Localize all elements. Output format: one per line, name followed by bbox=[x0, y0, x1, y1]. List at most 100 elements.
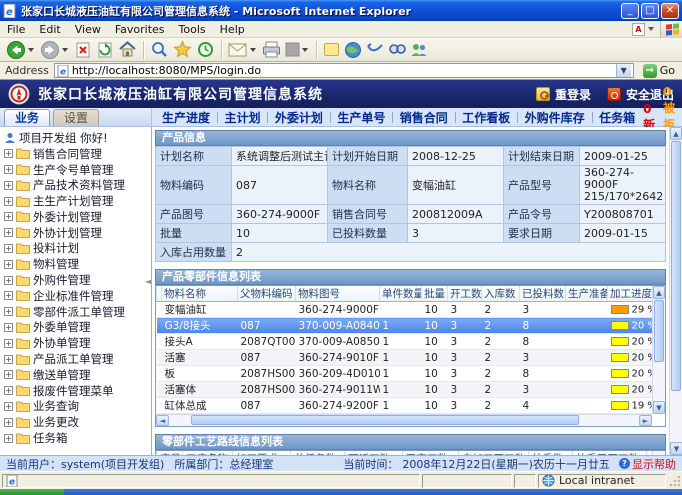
col-material-name[interactable]: 物料名称 bbox=[162, 286, 238, 302]
col-requirement[interactable]: 加工要求 bbox=[233, 451, 291, 455]
table-row[interactable]: 板2087HS002360-209-4D010110328 20 % bbox=[157, 366, 653, 382]
col-process-name[interactable]: 工序名称 bbox=[183, 451, 233, 455]
table-row[interactable]: 活塞体2087HS002360-274-9011W110323 20 % bbox=[157, 382, 653, 398]
col-dispatchable[interactable]: 可派工数 bbox=[345, 451, 403, 455]
maximize-button[interactable]: □ bbox=[641, 3, 659, 19]
tree-node-feeding-plan[interactable]: +投料计划 bbox=[3, 241, 151, 257]
back-button[interactable] bbox=[4, 39, 38, 61]
expand-icon[interactable]: + bbox=[4, 149, 13, 158]
expand-icon[interactable]: + bbox=[4, 386, 13, 395]
pdf-toolbar-button[interactable]: A bbox=[632, 23, 654, 36]
expand-icon[interactable]: + bbox=[4, 370, 13, 379]
relogin-button[interactable]: 重登录 bbox=[536, 86, 591, 103]
expand-icon[interactable]: + bbox=[4, 212, 13, 221]
nav-outsource-plan[interactable]: 外委计划 bbox=[275, 109, 323, 126]
tree-node-part-workorder[interactable]: +零部件派工单管理 bbox=[3, 304, 151, 320]
tree-node-sales-contract[interactable]: +销售合同管理 bbox=[3, 146, 151, 162]
forward-dropdown-icon[interactable] bbox=[62, 48, 68, 52]
col-total-tasks[interactable]: 总任务数 bbox=[291, 451, 345, 455]
expand-icon[interactable]: + bbox=[4, 244, 13, 253]
table-row[interactable]: 接头A2087QT002370-009-A0850110328 20 % bbox=[157, 334, 653, 350]
start-button[interactable] bbox=[0, 489, 64, 495]
menu-file[interactable]: File bbox=[0, 23, 32, 36]
tree-node-coop-plan[interactable]: +外协计划管理 bbox=[3, 225, 151, 241]
scroll-down-icon[interactable]: ▼ bbox=[670, 442, 682, 455]
table-row[interactable]: 活塞087360-274-9010F110323 20 % bbox=[157, 350, 653, 366]
col-fed[interactable]: 已投料数 bbox=[520, 286, 566, 302]
col-progress[interactable]: 加工进度 bbox=[608, 286, 653, 302]
find-button[interactable] bbox=[386, 39, 408, 61]
back-dropdown-icon[interactable] bbox=[28, 48, 34, 52]
parts-vertical-scrollbar[interactable]: ▲ ▼ bbox=[652, 286, 665, 414]
refresh-button[interactable] bbox=[94, 39, 116, 61]
tab-business[interactable]: 业务 bbox=[4, 109, 50, 126]
minimize-button[interactable]: _ bbox=[621, 3, 639, 19]
expand-icon[interactable]: + bbox=[4, 181, 13, 190]
scroll-up-icon[interactable]: ▲ bbox=[670, 127, 682, 140]
menu-view[interactable]: View bbox=[68, 23, 108, 36]
col-stored[interactable]: 入库数 bbox=[482, 286, 520, 302]
col-prep[interactable]: 生产准备 bbox=[566, 286, 608, 302]
scroll-down-icon[interactable]: ▼ bbox=[653, 401, 665, 414]
nav-production-order[interactable]: 生产单号 bbox=[337, 109, 385, 126]
nav-production-progress[interactable]: 生产进度 bbox=[162, 109, 210, 126]
tree-node-outsource-plan[interactable]: +外委计划管理 bbox=[3, 209, 151, 225]
favorites-button[interactable] bbox=[171, 39, 194, 61]
close-button[interactable]: ✕ bbox=[661, 3, 679, 19]
tree-node-master-plan[interactable]: +主生产计划管理 bbox=[3, 193, 151, 209]
tree-node-delivery-order[interactable]: +缴送单管理 bbox=[3, 367, 151, 383]
tree-node-task-box[interactable]: +任务箱 bbox=[3, 430, 151, 446]
expand-icon[interactable]: + bbox=[4, 291, 13, 300]
expand-icon[interactable]: + bbox=[4, 355, 13, 364]
tree-node-business-query[interactable]: +业务查询 bbox=[3, 399, 151, 415]
address-input[interactable]: e http://localhost:8080/MPS/login.do ▼ bbox=[54, 63, 634, 78]
print-button[interactable] bbox=[260, 39, 283, 61]
expand-icon[interactable]: + bbox=[4, 197, 13, 206]
show-help-link[interactable]: ? 显示帮助 bbox=[619, 456, 676, 472]
nav-purchased-stock[interactable]: 外购件库存 bbox=[525, 109, 585, 126]
expand-icon[interactable]: + bbox=[4, 339, 13, 348]
menu-edit[interactable]: Edit bbox=[32, 23, 67, 36]
scroll-up-icon[interactable]: ▲ bbox=[653, 286, 665, 299]
expand-icon[interactable]: + bbox=[4, 307, 13, 316]
table-row-selected[interactable]: G3/8接头087370-009-A0840110328 20 % bbox=[157, 318, 653, 334]
expand-icon[interactable]: + bbox=[4, 418, 13, 427]
nav-sales-contract[interactable]: 销售合同 bbox=[400, 109, 448, 126]
msn-button[interactable] bbox=[342, 39, 364, 61]
edit-dropdown-icon[interactable] bbox=[302, 48, 308, 52]
expand-icon[interactable]: + bbox=[4, 402, 13, 411]
swoosh-button[interactable] bbox=[364, 39, 386, 61]
col-started[interactable]: 开工数 bbox=[448, 286, 482, 302]
taskbar-buttons-area[interactable] bbox=[64, 489, 682, 495]
col-self-started[interactable]: 自加工开工数 bbox=[459, 451, 529, 455]
scrollbar-thumb[interactable] bbox=[191, 415, 579, 425]
table-row[interactable]: 缸体总成087360-274-9200F110324 19 % bbox=[157, 398, 653, 414]
history-button[interactable] bbox=[194, 39, 217, 61]
scroll-left-icon[interactable]: ◄ bbox=[156, 415, 169, 426]
search-button[interactable] bbox=[148, 39, 171, 61]
expand-icon[interactable]: + bbox=[4, 165, 13, 174]
expand-icon[interactable]: + bbox=[4, 276, 13, 285]
tab-settings[interactable]: 设置 bbox=[53, 109, 99, 126]
scrollbar-thumb[interactable] bbox=[654, 300, 664, 362]
parts-horizontal-scrollbar[interactable]: ◄ ► bbox=[156, 414, 652, 426]
menu-help[interactable]: Help bbox=[213, 23, 252, 36]
main-vertical-scrollbar[interactable]: ▲ ▼ bbox=[669, 127, 682, 455]
expand-icon[interactable]: + bbox=[4, 434, 13, 443]
tree-node-purchased-parts[interactable]: +外购件管理 bbox=[3, 272, 151, 288]
sidebar-collapse-handle[interactable]: ◄ bbox=[145, 277, 151, 286]
tree-node-business-change[interactable]: +业务更改 bbox=[3, 414, 151, 430]
tree-node-outsource-order[interactable]: +外委单管理 bbox=[3, 320, 151, 336]
address-dropdown-icon[interactable]: ▼ bbox=[616, 64, 631, 77]
tree-node-coop-order[interactable]: +外协单管理 bbox=[3, 335, 151, 351]
tree-node-order-number[interactable]: +生产令号单管理 bbox=[3, 162, 151, 178]
mail-button[interactable] bbox=[226, 39, 260, 61]
col-finished[interactable]: 已完工数 bbox=[403, 451, 459, 455]
tree-node-scrap-menu[interactable]: +报废件管理菜单 bbox=[3, 383, 151, 399]
expand-icon[interactable]: + bbox=[4, 228, 13, 237]
nav-work-board[interactable]: 工作看板 bbox=[462, 109, 510, 126]
edit-button[interactable] bbox=[283, 39, 312, 61]
tree-node-standard-parts[interactable]: +企业标准件管理 bbox=[3, 288, 151, 304]
messenger-button[interactable] bbox=[408, 39, 430, 61]
col-outsourced[interactable]: 外委数 bbox=[529, 451, 573, 455]
